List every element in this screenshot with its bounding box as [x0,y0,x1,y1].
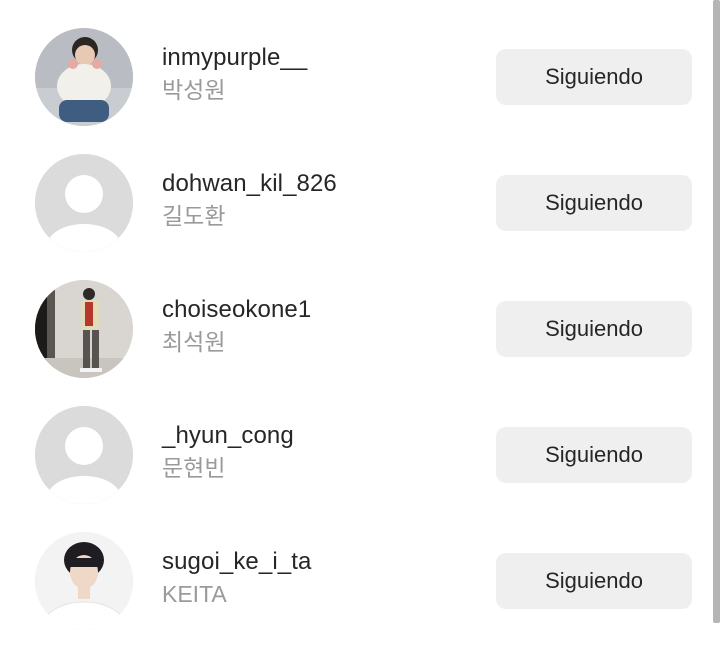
full-name: 길도환 [162,203,226,229]
following-list-screen: inmypurple__ 박성원 Siguiendo dohwan_kil_82… [0,0,720,653]
username[interactable]: dohwan_kil_826 [162,170,337,198]
user-text: choiseokone1 최석원 [162,296,311,356]
avatar[interactable] [35,154,133,252]
user-text: sugoi_ke_i_ta KEITA [162,548,311,608]
default-avatar-icon [35,154,133,252]
username[interactable]: _hyun_cong [162,422,294,450]
full-name: 박성원 [162,77,226,103]
following-button[interactable]: Siguiendo [496,427,692,483]
default-avatar-icon [35,406,133,504]
scrollbar[interactable] [713,0,720,623]
following-button[interactable]: Siguiendo [496,49,692,105]
list-item[interactable]: sugoi_ke_i_ta KEITA Siguiendo [0,504,712,630]
username[interactable]: choiseokone1 [162,296,311,324]
username[interactable]: sugoi_ke_i_ta [162,548,311,576]
following-button[interactable]: Siguiendo [496,553,692,609]
list-item[interactable]: inmypurple__ 박성원 Siguiendo [0,0,712,126]
full-name: 최석원 [162,329,226,355]
user-text: dohwan_kil_826 길도환 [162,170,337,230]
user-text: _hyun_cong 문현빈 [162,422,294,482]
avatar[interactable] [35,28,133,126]
following-button[interactable]: Siguiendo [496,301,692,357]
full-name: 문현빈 [162,455,226,481]
profile-photo-icon [35,280,133,378]
avatar[interactable] [35,280,133,378]
username[interactable]: inmypurple__ [162,44,307,72]
list-item[interactable]: choiseokone1 최석원 Siguiendo [0,252,712,378]
user-text: inmypurple__ 박성원 [162,44,307,104]
following-button[interactable]: Siguiendo [496,175,692,231]
avatar[interactable] [35,532,133,630]
profile-photo-icon [35,28,133,126]
full-name: KEITA [162,581,227,607]
avatar[interactable] [35,406,133,504]
list-item[interactable]: _hyun_cong 문현빈 Siguiendo [0,378,712,504]
profile-photo-icon [35,532,133,630]
list-item[interactable]: dohwan_kil_826 길도환 Siguiendo [0,126,712,252]
